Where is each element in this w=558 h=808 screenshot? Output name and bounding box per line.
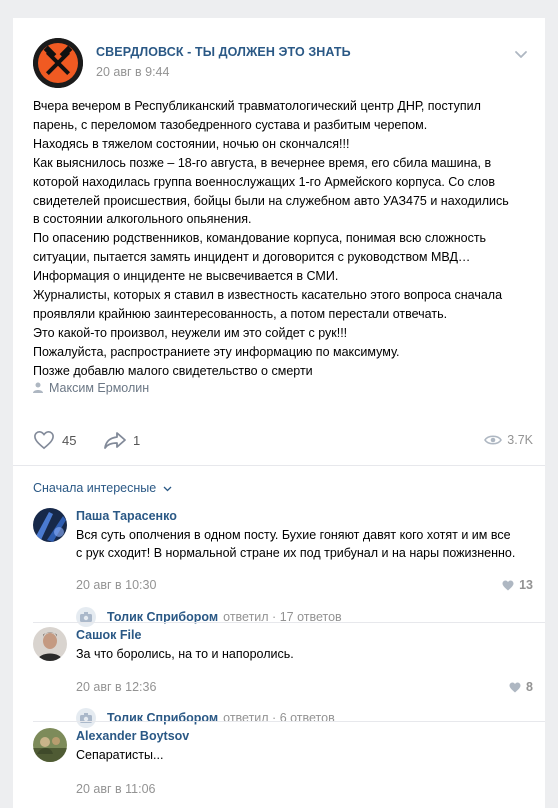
comment-text: Сепаратисты... [76, 746, 533, 764]
comments-sort-dropdown[interactable]: Сначала интересные [33, 481, 172, 495]
comment-like-button[interactable]: 13 [502, 578, 533, 592]
comment-text-line: с рук сходит! В нормальной стране их под… [76, 546, 516, 560]
comment-author[interactable]: Alexander Boytsov [76, 729, 189, 743]
post-text-line: Находясь в тяжелом состоянии, ночью он с… [33, 136, 350, 151]
post-text: Вчера вечером в Республиканский травмато… [33, 97, 533, 381]
post-text-line: Вчера вечером в Республиканский травмато… [33, 99, 481, 113]
divider [33, 622, 545, 623]
post-text-line: свидетелей происшествия, бойцы были на с… [33, 193, 509, 208]
avatar[interactable] [33, 508, 67, 542]
comment-text-line: За что боролись, на то и напоролись. [76, 647, 294, 661]
divider [13, 465, 545, 466]
reply-summary: ответил · 6 ответов [223, 711, 335, 725]
post-header: СВЕРДЛОВСК - ТЫ ДОЛЖЕН ЭТО ЗНАТЬ 20 авг … [33, 38, 533, 88]
avatar-image [33, 508, 67, 542]
views-counter: 3.7K [484, 433, 533, 447]
camera-icon [76, 607, 96, 627]
comment: Alexander Boytsov Сепаратисты... 20 авг … [33, 728, 533, 796]
group-avatar[interactable] [33, 38, 83, 88]
post-actions: 45 1 3.7K [33, 430, 533, 452]
heart-icon [502, 580, 514, 590]
post-text-line: парень, с переломом тазобедренного суста… [33, 117, 428, 132]
post-author[interactable]: Максим Ермолин [33, 381, 149, 395]
comment-author[interactable]: Сашок File [76, 628, 141, 642]
views-count: 3.7K [507, 433, 533, 447]
comment-text-line: Вся суть ополчения в одном посту. Бухие … [76, 528, 511, 542]
post-text-line: Информация о инциденте не высвечивается … [33, 269, 339, 284]
heart-icon [34, 430, 54, 450]
comment: Сашок File За что боролись, на то и напо… [33, 627, 533, 729]
post-text-line: По опасению родственников, командование … [33, 231, 487, 246]
like-count: 45 [62, 432, 77, 448]
share-count: 1 [133, 432, 141, 448]
post-text-line: которой находилась группа военнослужащих… [33, 174, 495, 189]
reply-author[interactable]: Толик Сприбором [107, 711, 218, 725]
camera-icon [76, 708, 96, 728]
reply-thread-link[interactable]: Толик Сприбором ответил · 17 ответов [76, 606, 533, 628]
post-text-line: проявляли крайнюю заинтересованность, а … [33, 306, 448, 321]
chevron-down-icon [163, 486, 172, 492]
comment-like-button[interactable]: 8 [509, 680, 533, 694]
divider [33, 721, 545, 722]
comment-date[interactable]: 20 авг в 11:06 [76, 782, 155, 796]
post-text-line: Пожалуйста, распространиете эту информац… [33, 344, 400, 359]
comment: Паша Тарасенко Вся суть ополчения в одно… [33, 508, 533, 628]
post-text-line: Позже добавлю малого свидетельство о сме… [33, 363, 313, 378]
avatar[interactable] [33, 627, 67, 661]
avatar-image [33, 627, 67, 661]
eye-icon [484, 435, 503, 445]
group-name-link[interactable]: СВЕРДЛОВСК - ТЫ ДОЛЖЕН ЭТО ЗНАТЬ [96, 45, 351, 59]
post-author-name[interactable]: Максим Ермолин [49, 381, 149, 395]
hammers-logo-icon [33, 38, 83, 88]
comment-text: За что боролись, на то и напоролись. [76, 645, 533, 663]
comment-text: Вся суть ополчения в одном посту. Бухие … [76, 526, 533, 562]
post-card: СВЕРДЛОВСК - ТЫ ДОЛЖЕН ЭТО ЗНАТЬ 20 авг … [13, 18, 545, 808]
heart-icon [509, 682, 521, 692]
reply-thread-link[interactable]: Толик Сприбором ответил · 6 ответов [76, 707, 533, 729]
share-button[interactable]: 1 [103, 430, 140, 450]
avatar-image [33, 728, 67, 762]
comment-date[interactable]: 20 авг в 10:30 [76, 578, 156, 592]
comment-like-count: 13 [519, 578, 533, 592]
person-icon [33, 382, 43, 393]
post-text-line: Это какой-то произвол, неужели им это со… [33, 325, 348, 340]
post-date[interactable]: 20 авг в 9:44 [96, 65, 169, 79]
like-button[interactable]: 45 [33, 430, 76, 450]
comment-author[interactable]: Паша Тарасенко [76, 509, 177, 523]
comments-sort-label: Сначала интересные [33, 481, 157, 495]
share-icon [104, 432, 126, 449]
comment-like-count: 8 [526, 680, 533, 694]
post-text-line: в состоянии алкогольного опьянения. [33, 212, 252, 227]
post-text-line: ситуации, пытается замять инцидент и дог… [33, 250, 471, 265]
post-text-line: Журналисты, которых я ставил в известнос… [33, 288, 503, 303]
post-text-line: Как выяснилось позже – 18-го августа, в … [33, 155, 492, 170]
comment-text-line: Сепаратисты... [76, 748, 164, 762]
avatar[interactable] [33, 728, 67, 762]
chevron-down-icon[interactable] [513, 46, 529, 62]
comment-date[interactable]: 20 авг в 12:36 [76, 680, 156, 694]
